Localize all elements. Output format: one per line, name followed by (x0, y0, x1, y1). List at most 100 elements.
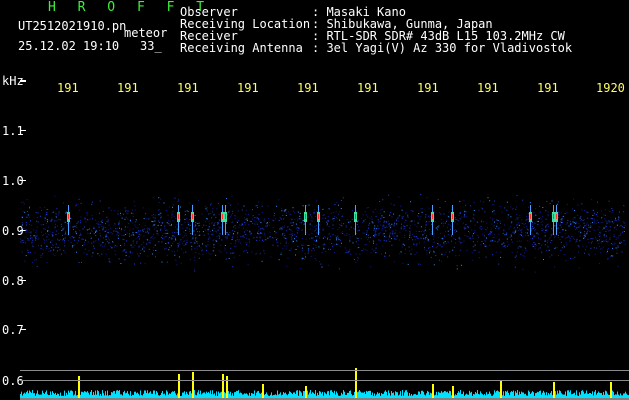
noise-pixel (579, 226, 581, 228)
noise-pixel (214, 230, 216, 232)
noise-pixel (468, 231, 469, 232)
noise-floor-bar (588, 394, 589, 398)
noise-pixel (114, 245, 116, 247)
noise-floor-bar (403, 395, 404, 398)
noise-pixel (295, 235, 297, 237)
noise-pixel (451, 240, 453, 242)
noise-pixel (192, 237, 194, 239)
noise-pixel (129, 233, 130, 235)
noise-pixel (280, 243, 282, 245)
noise-pixel (138, 255, 140, 257)
noise-pixel (124, 207, 126, 209)
noise-floor-bar (367, 391, 368, 398)
noise-pixel (511, 221, 513, 223)
noise-pixel (237, 232, 239, 234)
noise-pixel (100, 220, 102, 222)
noise-pixel (226, 252, 228, 254)
noise-pixel (380, 209, 382, 211)
noise-pixel (415, 230, 417, 232)
noise-pixel (204, 220, 206, 222)
noise-pixel (512, 231, 514, 233)
noise-floor-bar (181, 395, 182, 398)
noise-floor-bar (497, 390, 498, 398)
noise-pixel (175, 238, 176, 240)
noise-pixel (402, 262, 404, 264)
noise-floor-bar (460, 390, 461, 398)
noise-pixel (295, 254, 296, 256)
noise-pixel (160, 217, 162, 219)
noise-pixel (443, 222, 445, 224)
noise-pixel (357, 257, 359, 258)
noise-pixel (158, 197, 160, 199)
noise-floor-bar (495, 392, 496, 398)
noise-pixel (527, 229, 529, 231)
noise-pixel (298, 227, 300, 229)
noise-pixel (28, 239, 30, 241)
noise-pixel (322, 228, 324, 230)
reference-line (20, 380, 629, 381)
noise-floor-bar (339, 395, 340, 398)
noise-pixel (231, 195, 233, 197)
noise-pixel (137, 227, 139, 229)
noise-pixel (173, 241, 175, 243)
noise-pixel (284, 234, 286, 236)
noise-pixel (126, 232, 128, 234)
noise-floor-bar (48, 395, 49, 398)
noise-pixel (132, 216, 134, 218)
noise-floor-bar (283, 392, 284, 398)
noise-pixel (543, 229, 545, 231)
noise-pixel (364, 249, 366, 251)
noise-pixel (586, 231, 588, 233)
noise-pixel (612, 243, 614, 245)
noise-pixel (424, 226, 426, 228)
noise-pixel (545, 226, 547, 228)
noise-pixel (406, 225, 408, 227)
noise-pixel (444, 235, 445, 237)
noise-pixel (263, 219, 265, 221)
noise-floor-bar (340, 395, 341, 398)
noise-pixel (285, 215, 287, 216)
noise-pixel (56, 208, 58, 210)
noise-pixel (581, 219, 583, 221)
noise-pixel (285, 248, 287, 250)
noise-pixel (429, 217, 431, 219)
noise-pixel (561, 218, 563, 220)
noise-pixel (275, 218, 277, 220)
echo-activity-bar (432, 384, 434, 398)
noise-pixel (400, 227, 402, 229)
noise-pixel (521, 229, 523, 231)
noise-pixel (447, 227, 449, 228)
noise-pixel (105, 236, 107, 238)
echo-activity-bar (355, 368, 357, 398)
noise-pixel (180, 262, 182, 264)
noise-floor-bar (135, 391, 136, 398)
noise-pixel (383, 221, 385, 223)
noise-floor-bar (400, 391, 401, 398)
noise-pixel (158, 202, 160, 203)
noise-pixel (594, 229, 596, 231)
noise-pixel (491, 223, 493, 225)
noise-pixel (168, 238, 170, 240)
noise-pixel (551, 240, 553, 241)
noise-pixel (197, 243, 199, 245)
noise-pixel (619, 234, 621, 236)
noise-pixel (402, 243, 404, 245)
noise-pixel (25, 224, 27, 226)
noise-pixel (63, 238, 65, 240)
noise-pixel (291, 231, 293, 233)
noise-pixel (105, 229, 107, 231)
noise-pixel (425, 224, 427, 226)
noise-pixel (129, 235, 130, 237)
noise-pixel (42, 235, 44, 236)
noise-pixel (138, 230, 140, 232)
noise-pixel (493, 236, 495, 238)
noise-floor-bar (297, 390, 298, 398)
noise-pixel (42, 253, 44, 255)
noise-pixel (482, 201, 484, 203)
noise-pixel (456, 265, 458, 267)
noise-floor-bar (523, 392, 524, 398)
noise-pixel (559, 250, 561, 252)
noise-pixel (327, 216, 329, 217)
noise-pixel (228, 202, 230, 204)
noise-floor-bar (368, 391, 369, 398)
